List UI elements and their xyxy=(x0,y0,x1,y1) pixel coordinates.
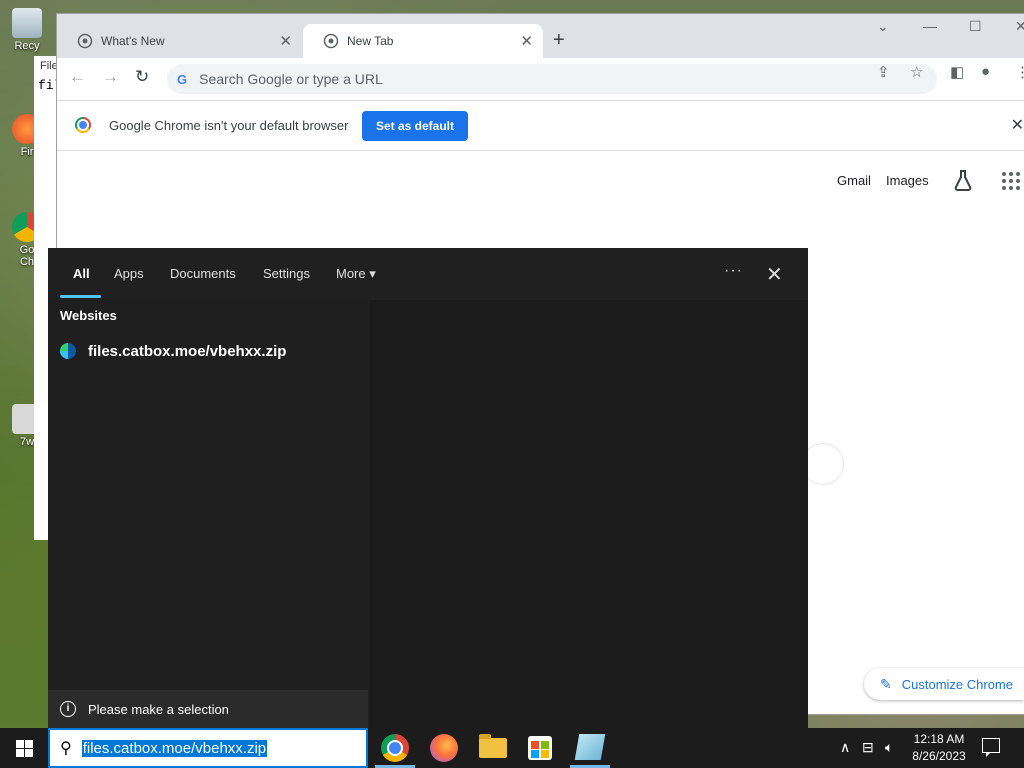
google-apps-icon[interactable] xyxy=(1002,172,1020,190)
tab-more[interactable]: More ▾ xyxy=(336,266,376,282)
share-icon[interactable]: ⇪ xyxy=(877,63,890,81)
profile-avatar-icon[interactable]: ● xyxy=(981,63,990,80)
set-as-default-button[interactable]: Set as default xyxy=(362,111,468,141)
gmail-link[interactable]: Gmail xyxy=(837,173,871,188)
active-tab-indicator xyxy=(60,295,101,298)
side-panel-icon[interactable]: ◧ xyxy=(950,63,964,81)
tab-settings[interactable]: Settings xyxy=(263,266,310,281)
tab-apps[interactable]: Apps xyxy=(114,266,144,281)
pencil-icon: ✎ xyxy=(880,675,892,692)
window-close-icon[interactable]: ✕ xyxy=(1015,18,1024,35)
system-clock[interactable]: 12:18 AM 8/26/2023 xyxy=(906,731,972,765)
close-search-icon[interactable]: ✕ xyxy=(766,262,783,287)
notepad-menu-file[interactable]: File xyxy=(40,60,58,72)
tray-chevron-up-icon[interactable]: ∧ xyxy=(840,739,850,756)
network-icon[interactable]: ⊟ xyxy=(862,739,874,756)
edge-icon xyxy=(60,343,76,359)
tab-close-icon[interactable]: ✕ xyxy=(279,32,292,50)
recycle-bin-desktop-icon[interactable]: Recy xyxy=(4,8,50,52)
minimize-icon[interactable]: — xyxy=(923,18,937,34)
bookmark-star-icon[interactable]: ☆ xyxy=(910,63,923,81)
new-tab-button[interactable]: + xyxy=(553,29,565,52)
desktop-icon-label: Fir xyxy=(20,146,34,158)
taskbar: ⚲ files.catbox.moe/vbehxx.zip ∧ ⊟ 🔈︎ 12:… xyxy=(0,728,1024,768)
start-button[interactable] xyxy=(0,728,48,768)
status-text: Please make a selection xyxy=(88,701,229,717)
website-result[interactable]: files.catbox.moe/vbehxx.zip xyxy=(60,338,286,364)
clock-date: 8/26/2023 xyxy=(912,749,966,763)
search-icon: ⚲ xyxy=(60,740,72,757)
chrome-logo-icon xyxy=(75,117,91,133)
maximize-icon[interactable]: ☐ xyxy=(969,18,982,35)
tab-close-icon[interactable]: ✕ xyxy=(520,32,533,50)
shortcut-tile[interactable] xyxy=(803,444,843,484)
tab-whats-new[interactable]: What's New ✕ xyxy=(57,24,302,58)
infobar-message: Google Chrome isn't your default browser xyxy=(109,118,349,133)
taskbar-file-explorer-icon[interactable] xyxy=(479,734,507,758)
tab-all[interactable]: All xyxy=(73,266,90,281)
search-input[interactable]: files.catbox.moe/vbehxx.zip xyxy=(81,739,268,757)
tab-title: New Tab xyxy=(347,34,394,48)
recycle-bin-icon xyxy=(12,8,42,38)
omnibox[interactable]: G xyxy=(167,64,937,94)
taskbar-firefox-icon[interactable] xyxy=(430,734,458,762)
taskbar-notepad-icon[interactable] xyxy=(574,734,606,760)
more-options-icon[interactable]: ··· xyxy=(724,262,743,280)
customize-chrome-button[interactable]: ✎ Customize Chrome xyxy=(864,668,1024,700)
desktop-icon-label: Recy xyxy=(14,40,40,52)
selection-status: i Please make a selection xyxy=(48,690,368,728)
clock-time: 12:18 AM xyxy=(913,732,965,746)
info-icon: i xyxy=(60,701,76,717)
taskbar-chrome-icon[interactable] xyxy=(381,734,409,762)
customize-label: Customize Chrome xyxy=(901,676,1013,692)
back-arrow-icon[interactable]: ← xyxy=(69,67,86,87)
images-link[interactable]: Images xyxy=(886,173,929,188)
preview-pane xyxy=(370,300,808,728)
globe-icon xyxy=(77,33,93,49)
taskbar-store-icon[interactable] xyxy=(528,736,552,760)
labs-flask-icon[interactable] xyxy=(951,168,975,192)
omnibox-input[interactable] xyxy=(197,70,937,88)
result-text: files.catbox.moe/vbehxx.zip xyxy=(88,342,287,360)
google-g-icon: G xyxy=(177,71,188,87)
tab-new-tab[interactable]: New Tab ✕ xyxy=(303,24,543,58)
volume-icon[interactable]: 🔈︎ xyxy=(885,739,893,756)
search-filter-tabs: All Apps Documents Settings More ▾ ··· ✕ xyxy=(48,248,808,300)
taskbar-search-box[interactable]: ⚲ files.catbox.moe/vbehxx.zip xyxy=(48,728,368,768)
windows-logo-icon xyxy=(15,739,33,757)
desktop-icon-label: Go Ch xyxy=(19,244,35,268)
reload-icon[interactable]: ↻ xyxy=(135,67,149,87)
forward-arrow-icon[interactable]: → xyxy=(102,67,119,87)
notification-center-icon[interactable] xyxy=(982,738,1000,757)
tab-search-chevron-icon[interactable]: ⌄ xyxy=(877,18,889,35)
section-heading-websites: Websites xyxy=(60,308,117,323)
tab-documents[interactable]: Documents xyxy=(170,266,236,281)
infobar-close-icon[interactable]: ✕ xyxy=(1011,115,1024,135)
windows-search-panel: All Apps Documents Settings More ▾ ··· ✕… xyxy=(48,248,808,728)
desktop-icon-label: 7w xyxy=(19,436,35,448)
menu-kebab-icon[interactable]: ⋮ xyxy=(1015,63,1024,81)
tab-title: What's New xyxy=(101,34,165,48)
globe-icon xyxy=(323,33,339,49)
browser-toolbar: ← → ↻ G ⇪ ☆ ◧ ● ⋮ xyxy=(57,58,1024,100)
tab-strip: What's New ✕ New Tab ✕ + ⌄ — ☐ ✕ xyxy=(57,14,1024,58)
default-browser-infobar: Google Chrome isn't your default browser… xyxy=(57,100,1024,151)
results-pane: Websites files.catbox.moe/vbehxx.zip i P… xyxy=(48,300,368,728)
